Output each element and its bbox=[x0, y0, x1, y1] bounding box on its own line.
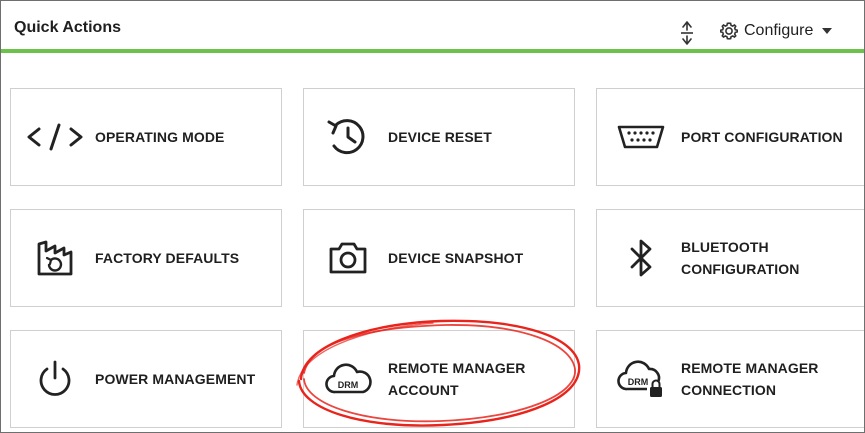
expand-collapse-icon[interactable] bbox=[678, 21, 696, 45]
power-icon bbox=[39, 360, 71, 396]
panel-header: Quick Actions Configure bbox=[1, 1, 864, 53]
tile-label: REMOTE MANAGER ACCOUNT bbox=[388, 360, 526, 398]
svg-text:DRM: DRM bbox=[628, 377, 649, 387]
bluetooth-icon bbox=[630, 239, 652, 277]
tile-label: DEVICE RESET bbox=[388, 129, 492, 145]
caret-down-icon bbox=[822, 28, 833, 34]
gear-icon bbox=[720, 22, 738, 40]
tile-factory-defaults[interactable]: FACTORY DEFAULTS bbox=[10, 209, 282, 307]
tile-operating-mode[interactable]: OPERATING MODE bbox=[10, 88, 282, 186]
tile-device-snapshot[interactable]: DEVICE SNAPSHOT bbox=[303, 209, 575, 307]
serial-port-icon bbox=[617, 125, 665, 149]
tile-label: PORT CONFIGURATION bbox=[681, 129, 843, 145]
factory-defaults-icon bbox=[37, 240, 73, 276]
tile-label: BLUETOOTH CONFIGURATION bbox=[681, 239, 800, 277]
code-icon bbox=[27, 123, 83, 151]
history-icon bbox=[327, 119, 365, 155]
tile-remote-manager-connection[interactable]: DRM REMOTE MANAGER CONNECTION bbox=[596, 330, 864, 428]
configure-dropdown[interactable]: Configure bbox=[719, 19, 836, 43]
tile-label: FACTORY DEFAULTS bbox=[95, 250, 240, 266]
svg-text:DRM: DRM bbox=[338, 380, 359, 390]
tile-label: REMOTE MANAGER CONNECTION bbox=[681, 360, 819, 398]
drm-cloud-lock-icon: DRM bbox=[617, 360, 662, 397]
tile-label: POWER MANAGEMENT bbox=[95, 371, 256, 387]
tile-label: DEVICE SNAPSHOT bbox=[388, 250, 524, 266]
tile-power-management[interactable]: POWER MANAGEMENT bbox=[10, 330, 282, 428]
panel-title: Quick Actions bbox=[14, 19, 121, 36]
camera-icon bbox=[329, 242, 367, 274]
tile-remote-manager-account[interactable]: DRM REMOTE MANAGER ACCOUNT bbox=[303, 330, 575, 428]
quick-actions-panel: Quick Actions Configure OPERATING MODE D… bbox=[0, 0, 865, 433]
tile-bluetooth-configuration[interactable]: BLUETOOTH CONFIGURATION bbox=[596, 209, 864, 307]
tile-port-configuration[interactable]: PORT CONFIGURATION bbox=[596, 88, 864, 186]
drm-cloud-icon: DRM bbox=[325, 363, 372, 394]
tile-device-reset[interactable]: DEVICE RESET bbox=[303, 88, 575, 186]
tile-label: OPERATING MODE bbox=[95, 129, 225, 145]
configure-label: Configure bbox=[744, 22, 814, 39]
